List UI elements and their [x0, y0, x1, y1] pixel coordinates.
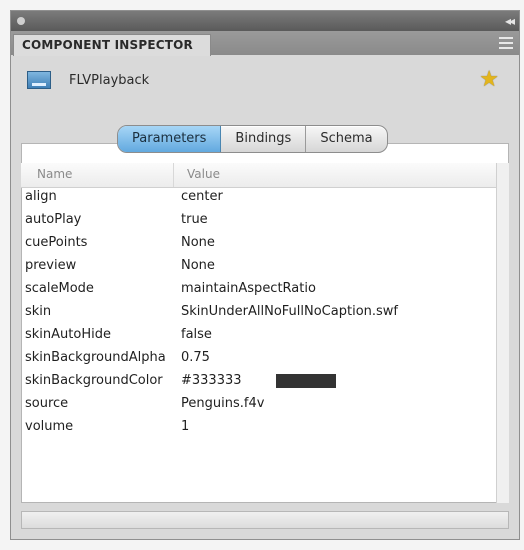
- column-value-header: Value: [187, 167, 220, 181]
- parameter-value-text: Penguins.f4v: [181, 396, 265, 411]
- parameter-row-align[interactable]: align center: [21, 187, 499, 210]
- inspector-tabs: Parameters Bindings Schema: [117, 125, 388, 153]
- parameter-value[interactable]: 1: [181, 419, 497, 434]
- parameter-name: autoPlay: [25, 212, 82, 227]
- panel-titlebar[interactable]: ◂◂: [11, 11, 519, 31]
- panel-title-tab[interactable]: COMPONENT INSPECTOR: [13, 34, 211, 56]
- tab-schema[interactable]: Schema: [306, 126, 386, 152]
- parameter-name: source: [25, 396, 69, 411]
- parameter-value-text: false: [181, 327, 212, 342]
- parameter-value[interactable]: SkinUnderAllNoFullNoCaption.swf: [181, 304, 497, 319]
- parameter-value-text: 1: [181, 419, 190, 434]
- parameter-value[interactable]: 0.75: [181, 350, 497, 365]
- parameters-grid: align center autoPlay true cuePoints Non…: [21, 187, 499, 440]
- parameter-row-volume[interactable]: volume 1: [21, 417, 499, 440]
- parameter-value[interactable]: true: [181, 212, 497, 227]
- parameter-value[interactable]: false: [181, 327, 497, 342]
- parameter-value[interactable]: Penguins.f4v: [181, 396, 497, 411]
- color-swatch[interactable]: [275, 373, 336, 388]
- window-dot-icon: [17, 17, 25, 25]
- tab-bindings[interactable]: Bindings: [221, 126, 307, 152]
- parameter-name: skin: [25, 304, 52, 319]
- star-icon[interactable]: ★: [479, 67, 499, 92]
- parameter-row-skinbackgroundcolor[interactable]: skinBackgroundColor #333333: [21, 371, 499, 394]
- parameter-name: skinBackgroundAlpha: [25, 350, 166, 365]
- parameter-name: align: [25, 189, 57, 204]
- parameter-row-skinbackgroundalpha[interactable]: skinBackgroundAlpha 0.75: [21, 348, 499, 371]
- parameter-value-text: maintainAspectRatio: [181, 281, 316, 296]
- parameter-value-text: 0.75: [181, 350, 210, 365]
- parameter-value[interactable]: None: [181, 258, 497, 273]
- parameter-name: skinBackgroundColor: [25, 373, 163, 388]
- component-inspector-panel: ◂◂ COMPONENT INSPECTOR FLVPlayback ★ Par…: [10, 10, 520, 540]
- parameter-row-preview[interactable]: preview None: [21, 256, 499, 279]
- parameter-row-scalemode[interactable]: scaleMode maintainAspectRatio: [21, 279, 499, 302]
- parameter-name: scaleMode: [25, 281, 94, 296]
- parameter-row-skin[interactable]: skin SkinUnderAllNoFullNoCaption.swf: [21, 302, 499, 325]
- parameters-grid-header: Name Value: [21, 163, 499, 188]
- component-header: FLVPlayback ★: [11, 57, 519, 107]
- parameter-row-cuepoints[interactable]: cuePoints None: [21, 233, 499, 256]
- parameter-name: skinAutoHide: [25, 327, 111, 342]
- parameter-row-source[interactable]: source Penguins.f4v: [21, 394, 499, 417]
- parameter-row-skinautohide[interactable]: skinAutoHide false: [21, 325, 499, 348]
- parameter-value-text: true: [181, 212, 208, 227]
- collapse-arrows-icon[interactable]: ◂◂: [505, 14, 515, 28]
- parameter-value[interactable]: maintainAspectRatio: [181, 281, 497, 296]
- panel-menu-icon[interactable]: [499, 37, 513, 52]
- horizontal-scrollbar[interactable]: [21, 511, 509, 529]
- parameter-value-text: #333333: [181, 373, 242, 388]
- parameter-name: cuePoints: [25, 235, 88, 250]
- parameter-value-text: None: [181, 235, 215, 250]
- parameter-value[interactable]: #333333: [181, 373, 497, 388]
- parameter-name: preview: [25, 258, 77, 273]
- component-name: FLVPlayback: [69, 73, 150, 88]
- panel-tabstrip: COMPONENT INSPECTOR: [11, 31, 519, 56]
- column-divider[interactable]: [173, 163, 174, 187]
- parameter-value-text: center: [181, 189, 223, 204]
- parameter-value[interactable]: center: [181, 189, 497, 204]
- parameter-name: volume: [25, 419, 74, 434]
- parameter-value[interactable]: None: [181, 235, 497, 250]
- parameter-row-autoplay[interactable]: autoPlay true: [21, 210, 499, 233]
- parameter-value-text: None: [181, 258, 215, 273]
- column-name-header: Name: [37, 167, 73, 181]
- flvplayback-component-icon: [27, 71, 51, 89]
- vertical-scrollbar[interactable]: [496, 163, 509, 503]
- parameter-value-text: SkinUnderAllNoFullNoCaption.swf: [181, 304, 398, 319]
- tab-parameters[interactable]: Parameters: [118, 126, 222, 152]
